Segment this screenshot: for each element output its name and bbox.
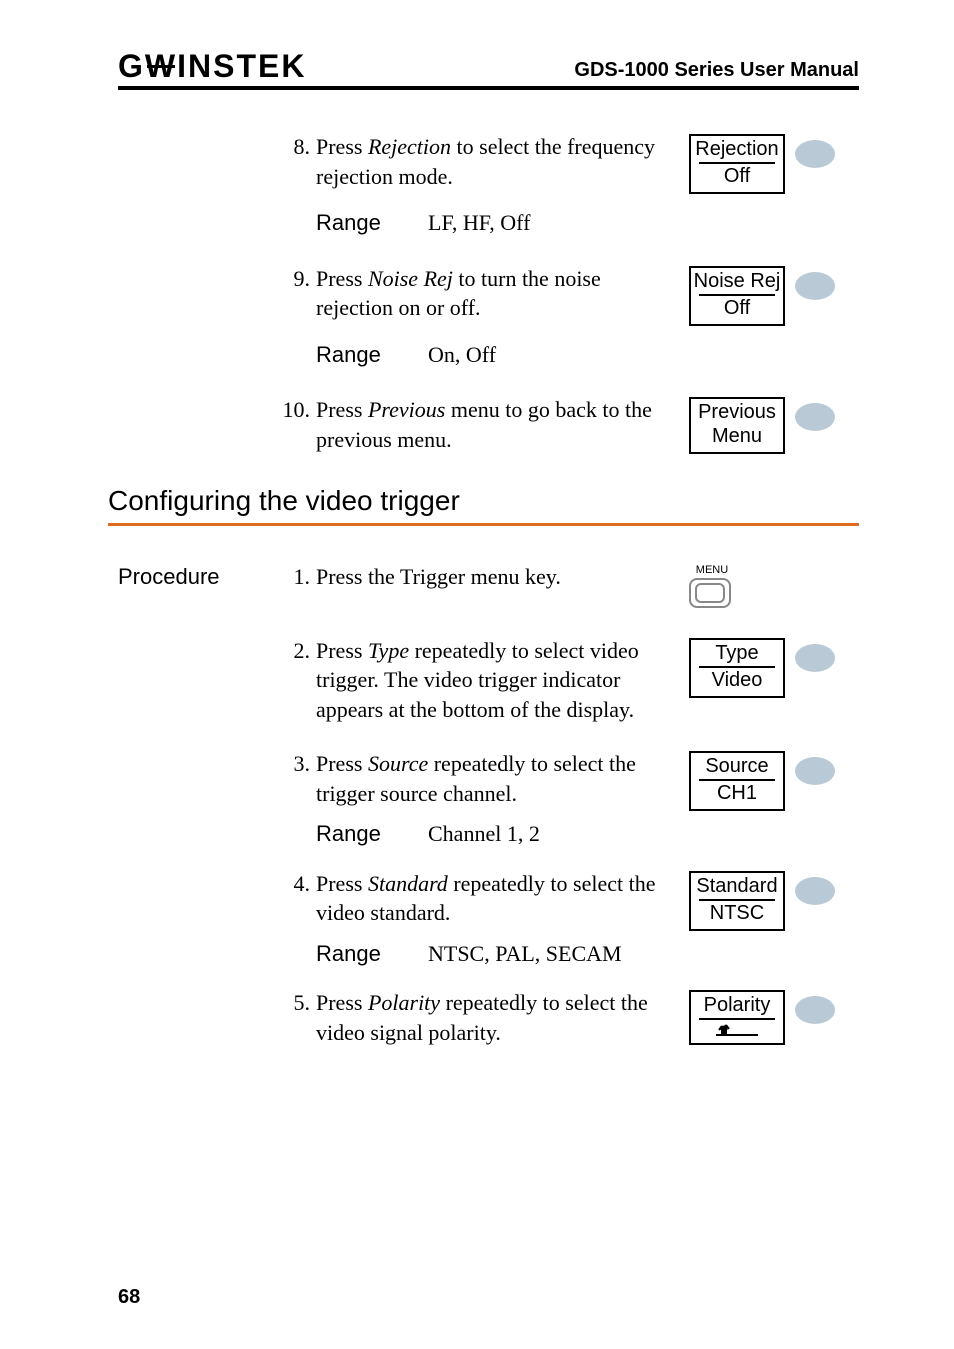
range-value: On, Off bbox=[428, 340, 496, 370]
range-label: Range bbox=[316, 208, 428, 238]
proc-4-number: 4. bbox=[278, 869, 316, 928]
softkey-previous-line2: Menu bbox=[691, 425, 783, 448]
procedure-label: Procedure bbox=[118, 562, 278, 590]
proc-5-number: 5. bbox=[278, 988, 316, 1047]
proc-1-text: Press the Trigger menu key. bbox=[316, 562, 689, 592]
button-dot-icon bbox=[795, 140, 835, 168]
proc-5-text: Press Polarity repeatedly to select the … bbox=[316, 988, 689, 1047]
softkey-previous-menu[interactable]: Previous Menu bbox=[689, 397, 785, 454]
step-10-text: Press Previous menu to go back to the pr… bbox=[316, 395, 689, 454]
brand-rest: INSTEK bbox=[177, 48, 306, 84]
softkey-standard-line1: Standard bbox=[691, 875, 783, 899]
menu-key-icon[interactable]: MENU bbox=[689, 564, 735, 608]
softkey-polarity[interactable]: Polarity bbox=[689, 990, 785, 1045]
step-8-text: Press Rejection to select the frequency … bbox=[316, 132, 689, 191]
softkey-standard[interactable]: Standard NTSC bbox=[689, 871, 785, 931]
softkey-polarity-icon bbox=[699, 1018, 775, 1039]
softkey-type-line1: Type bbox=[691, 642, 783, 666]
proc-1-number: 1. bbox=[278, 562, 316, 592]
step-8-body: 8. Press Rejection to select the frequen… bbox=[278, 132, 689, 191]
section-title: Configuring the video trigger bbox=[108, 485, 859, 517]
softkey-source-line1: Source bbox=[691, 755, 783, 779]
button-dot-icon bbox=[795, 877, 835, 905]
softkey-type-line2: Video bbox=[699, 666, 775, 692]
step-8-range: Range LF, HF, Off bbox=[118, 198, 859, 260]
left-label bbox=[118, 132, 278, 134]
range-label: Range bbox=[316, 939, 428, 969]
button-dot-icon bbox=[795, 403, 835, 431]
step-10-number: 10. bbox=[278, 395, 316, 454]
button-dot-icon bbox=[795, 644, 835, 672]
proc-3-number: 3. bbox=[278, 749, 316, 808]
step-9-text: Press Noise Rej to turn the noise reject… bbox=[316, 264, 689, 323]
softkey-noise-rej-line2: Off bbox=[699, 294, 775, 320]
menu-key-label: MENU bbox=[689, 564, 735, 576]
softkey-rejection-line1: Rejection bbox=[691, 138, 783, 162]
step-8-number: 8. bbox=[278, 132, 316, 191]
step-9-number: 9. bbox=[278, 264, 316, 323]
brand-g: G bbox=[118, 48, 145, 84]
proc-3-text: Press Source repeatedly to select the tr… bbox=[316, 749, 689, 808]
proc-2-text: Press Type repeatedly to select video tr… bbox=[316, 636, 689, 725]
proc-step-3: 3. Press Source repeatedly to select the… bbox=[118, 749, 859, 811]
proc-4-text: Press Standard repeatedly to select the … bbox=[316, 869, 689, 928]
softkey-rejection[interactable]: Rejection Off bbox=[689, 134, 785, 194]
softkey-rejection-line2: Off bbox=[699, 162, 775, 188]
brand-u: W bbox=[145, 50, 177, 82]
step-9: 9. Press Noise Rej to turn the noise rej… bbox=[118, 264, 859, 326]
button-dot-icon bbox=[795, 996, 835, 1024]
softkey-polarity-line1: Polarity bbox=[691, 994, 783, 1018]
step-8: 8. Press Rejection to select the frequen… bbox=[118, 132, 859, 194]
proc-2-number: 2. bbox=[278, 636, 316, 725]
proc-step-4-range: Range NTSC, PAL, SECAM bbox=[118, 935, 859, 985]
range-label: Range bbox=[316, 819, 428, 849]
softkey-previous-line1: Previous bbox=[691, 401, 783, 425]
softkey-source-line2: CH1 bbox=[699, 779, 775, 805]
proc-step-2: 2. Press Type repeatedly to select video… bbox=[118, 636, 859, 725]
page-number: 68 bbox=[118, 1286, 140, 1309]
range-value: NTSC, PAL, SECAM bbox=[428, 939, 622, 969]
softkey-type[interactable]: Type Video bbox=[689, 638, 785, 698]
range-value: Channel 1, 2 bbox=[428, 819, 540, 849]
range-label: Range bbox=[316, 340, 428, 370]
softkey-noise-rej[interactable]: Noise Rej Off bbox=[689, 266, 785, 326]
proc-step-1: Procedure 1. Press the Trigger menu key.… bbox=[118, 562, 859, 608]
brand-logo: GWINSTEK bbox=[118, 50, 306, 82]
page-header: GWINSTEK GDS-1000 Series User Manual bbox=[118, 50, 859, 90]
proc-step-4: 4. Press Standard repeatedly to select t… bbox=[118, 869, 859, 931]
proc-step-5: 5. Press Polarity repeatedly to select t… bbox=[118, 988, 859, 1047]
softkey-standard-line2: NTSC bbox=[699, 899, 775, 925]
softkey-source[interactable]: Source CH1 bbox=[689, 751, 785, 811]
button-dot-icon bbox=[795, 757, 835, 785]
document-title: GDS-1000 Series User Manual bbox=[574, 59, 859, 82]
step-10: 10. Press Previous menu to go back to th… bbox=[118, 395, 859, 454]
section-rule bbox=[108, 523, 859, 526]
step-9-range: Range On, Off bbox=[118, 330, 859, 392]
proc-step-3-range: Range Channel 1, 2 bbox=[118, 815, 859, 865]
range-value: LF, HF, Off bbox=[428, 208, 530, 238]
softkey-noise-rej-line1: Noise Rej bbox=[691, 270, 783, 294]
button-dot-icon bbox=[795, 272, 835, 300]
